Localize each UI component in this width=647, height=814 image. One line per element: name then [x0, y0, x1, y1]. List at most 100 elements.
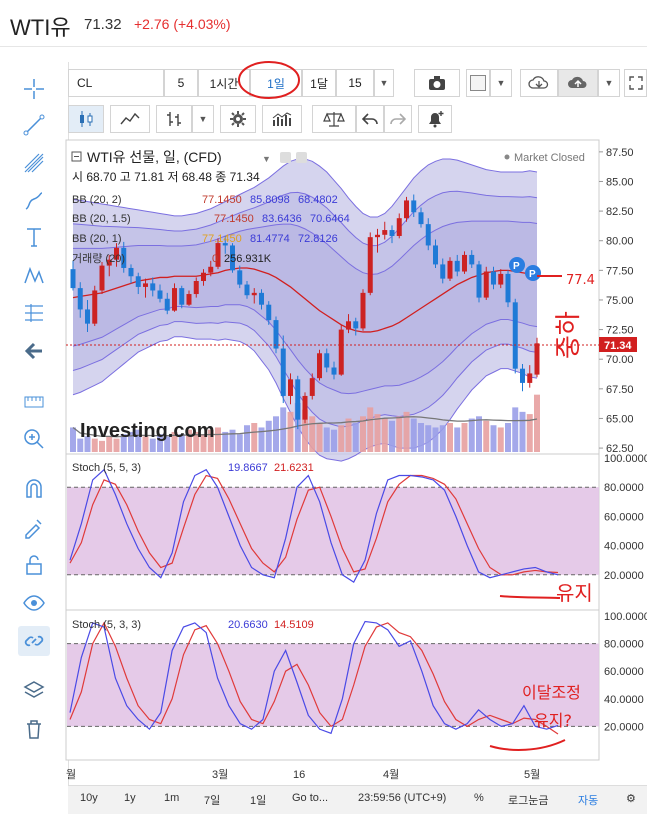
gear-icon[interactable]: ⚙ [626, 792, 636, 805]
range-1y[interactable]: 1y [124, 792, 136, 804]
bb3-mid: 77.1450 [202, 233, 242, 245]
volume-bar [251, 423, 258, 452]
stoch1-tick-label: 80.0000 [604, 482, 644, 494]
volume-v1: 0 [212, 253, 218, 265]
time-axis[interactable]: 월 3월 16 4월 5월 [66, 768, 540, 781]
stoch1-tick-label: 20.0000 [604, 570, 644, 582]
bb1-lower: 68.4802 [298, 194, 338, 206]
ohlc-values: 시 68.70 고 71.81 저 68.48 종 71.34 [72, 170, 260, 184]
volume-bar [367, 407, 374, 452]
time-tick-label: 16 [293, 769, 305, 781]
candle-body [324, 353, 330, 368]
candle-body [375, 234, 380, 238]
volume-bar [244, 425, 250, 452]
range-7d[interactable]: 7일 [204, 792, 220, 808]
price-tick-label: 87.50 [606, 147, 634, 159]
candle-body [259, 292, 264, 305]
bb3-lower: 72.8126 [298, 233, 338, 245]
candle-body [150, 283, 156, 291]
candle-body [143, 283, 148, 287]
candle-body [433, 245, 438, 265]
eye-icon[interactable] [280, 152, 291, 163]
volume-bar [483, 420, 490, 452]
stoch1-k: 19.8667 [228, 462, 268, 474]
stoch2-k: 20.6630 [228, 619, 268, 631]
volume-bar [236, 434, 243, 452]
volume-bar [215, 427, 221, 452]
volume-v2: 256.931K [224, 253, 272, 265]
candle-body [534, 343, 540, 375]
bb1-label: BB (20, 2) [72, 194, 122, 206]
last-price-tag-label: 71.34 [604, 340, 632, 352]
gear-icon[interactable] [296, 152, 307, 163]
volume-bar [468, 418, 475, 452]
annotation-note1: 77.4 [566, 273, 595, 288]
candle-body [404, 200, 409, 219]
volume-bar [265, 420, 272, 452]
volume-bar [70, 427, 76, 452]
price-tick-label: 85.00 [606, 176, 634, 188]
candle-body [280, 348, 286, 396]
stoch2-tick-label: 100.0000 [604, 611, 647, 623]
time-tick-label: 5월 [524, 768, 540, 781]
volume-bar [447, 423, 453, 452]
range-1m[interactable]: 1m [164, 792, 179, 804]
bb1-upper: 85.8098 [250, 194, 290, 206]
volume-bar [229, 429, 236, 452]
price-tick-label: 67.50 [606, 384, 634, 396]
candle-body [244, 284, 250, 296]
auto-toggle[interactable]: 자동 [578, 792, 598, 808]
candle-body [338, 329, 344, 375]
candle-body [367, 237, 373, 293]
annotation-note2: 중하 [554, 311, 584, 359]
bb2-upper: 83.6436 [262, 213, 302, 225]
candle-body [483, 271, 489, 298]
volume-bar [345, 418, 352, 452]
market-status: Market Closed [514, 152, 585, 164]
candle-body [99, 265, 105, 291]
candle-body [295, 379, 301, 420]
candle-body [491, 271, 496, 285]
candle-body [382, 230, 388, 235]
price-tick-label: 80.00 [606, 236, 634, 248]
volume-bar [410, 418, 417, 452]
volume-bar [309, 416, 316, 452]
price-tick-label: 82.50 [606, 206, 634, 218]
log-toggle[interactable]: 로그눈금 [508, 792, 548, 808]
candle-body [476, 264, 482, 298]
chevron-down-icon[interactable]: ▼ [262, 154, 271, 164]
range-1d[interactable]: 1일 [250, 792, 266, 808]
stoch2-label: Stoch (5, 3, 3) [72, 619, 141, 631]
candle-body [135, 276, 141, 287]
stoch2-tick-label: 60.0000 [604, 666, 644, 678]
volume-bar [425, 425, 432, 452]
candle-body [302, 395, 308, 420]
candle-body [70, 269, 76, 289]
bottom-bar: 10y 1y 1m 7일 1일 Go to... 23:59:56 (UTC+9… [68, 785, 647, 814]
price-axis[interactable]: 62.5065.0067.5070.0072.5075.0077.5080.00… [599, 147, 634, 455]
volume-bar [331, 429, 337, 452]
stoch1-label: Stoch (5, 5, 3) [72, 462, 141, 474]
candle-body [454, 260, 460, 272]
investing-watermark: Investing.com [80, 420, 214, 442]
time-tick-label: 4월 [383, 768, 399, 781]
candle-body [186, 294, 192, 305]
price-chart[interactable]: 62.5065.0067.5070.0072.5075.0077.5080.00… [0, 0, 647, 813]
candle-body [77, 288, 83, 310]
candle-body [208, 266, 214, 273]
candle-body [527, 373, 533, 383]
volume-bar [505, 423, 511, 452]
candle-body [360, 292, 366, 329]
volume-bar [461, 423, 468, 452]
market-status-dot [504, 154, 510, 160]
volume-bar [497, 427, 504, 452]
candle-body [447, 260, 453, 279]
percent-toggle[interactable]: % [474, 792, 484, 804]
volume-bar [439, 425, 446, 452]
candle-body [237, 270, 243, 285]
volume-bar [352, 423, 359, 452]
range-10y[interactable]: 10y [80, 792, 98, 804]
goto-button[interactable]: Go to... [292, 792, 328, 804]
candle-body [164, 298, 170, 311]
volume-bar [403, 411, 410, 452]
